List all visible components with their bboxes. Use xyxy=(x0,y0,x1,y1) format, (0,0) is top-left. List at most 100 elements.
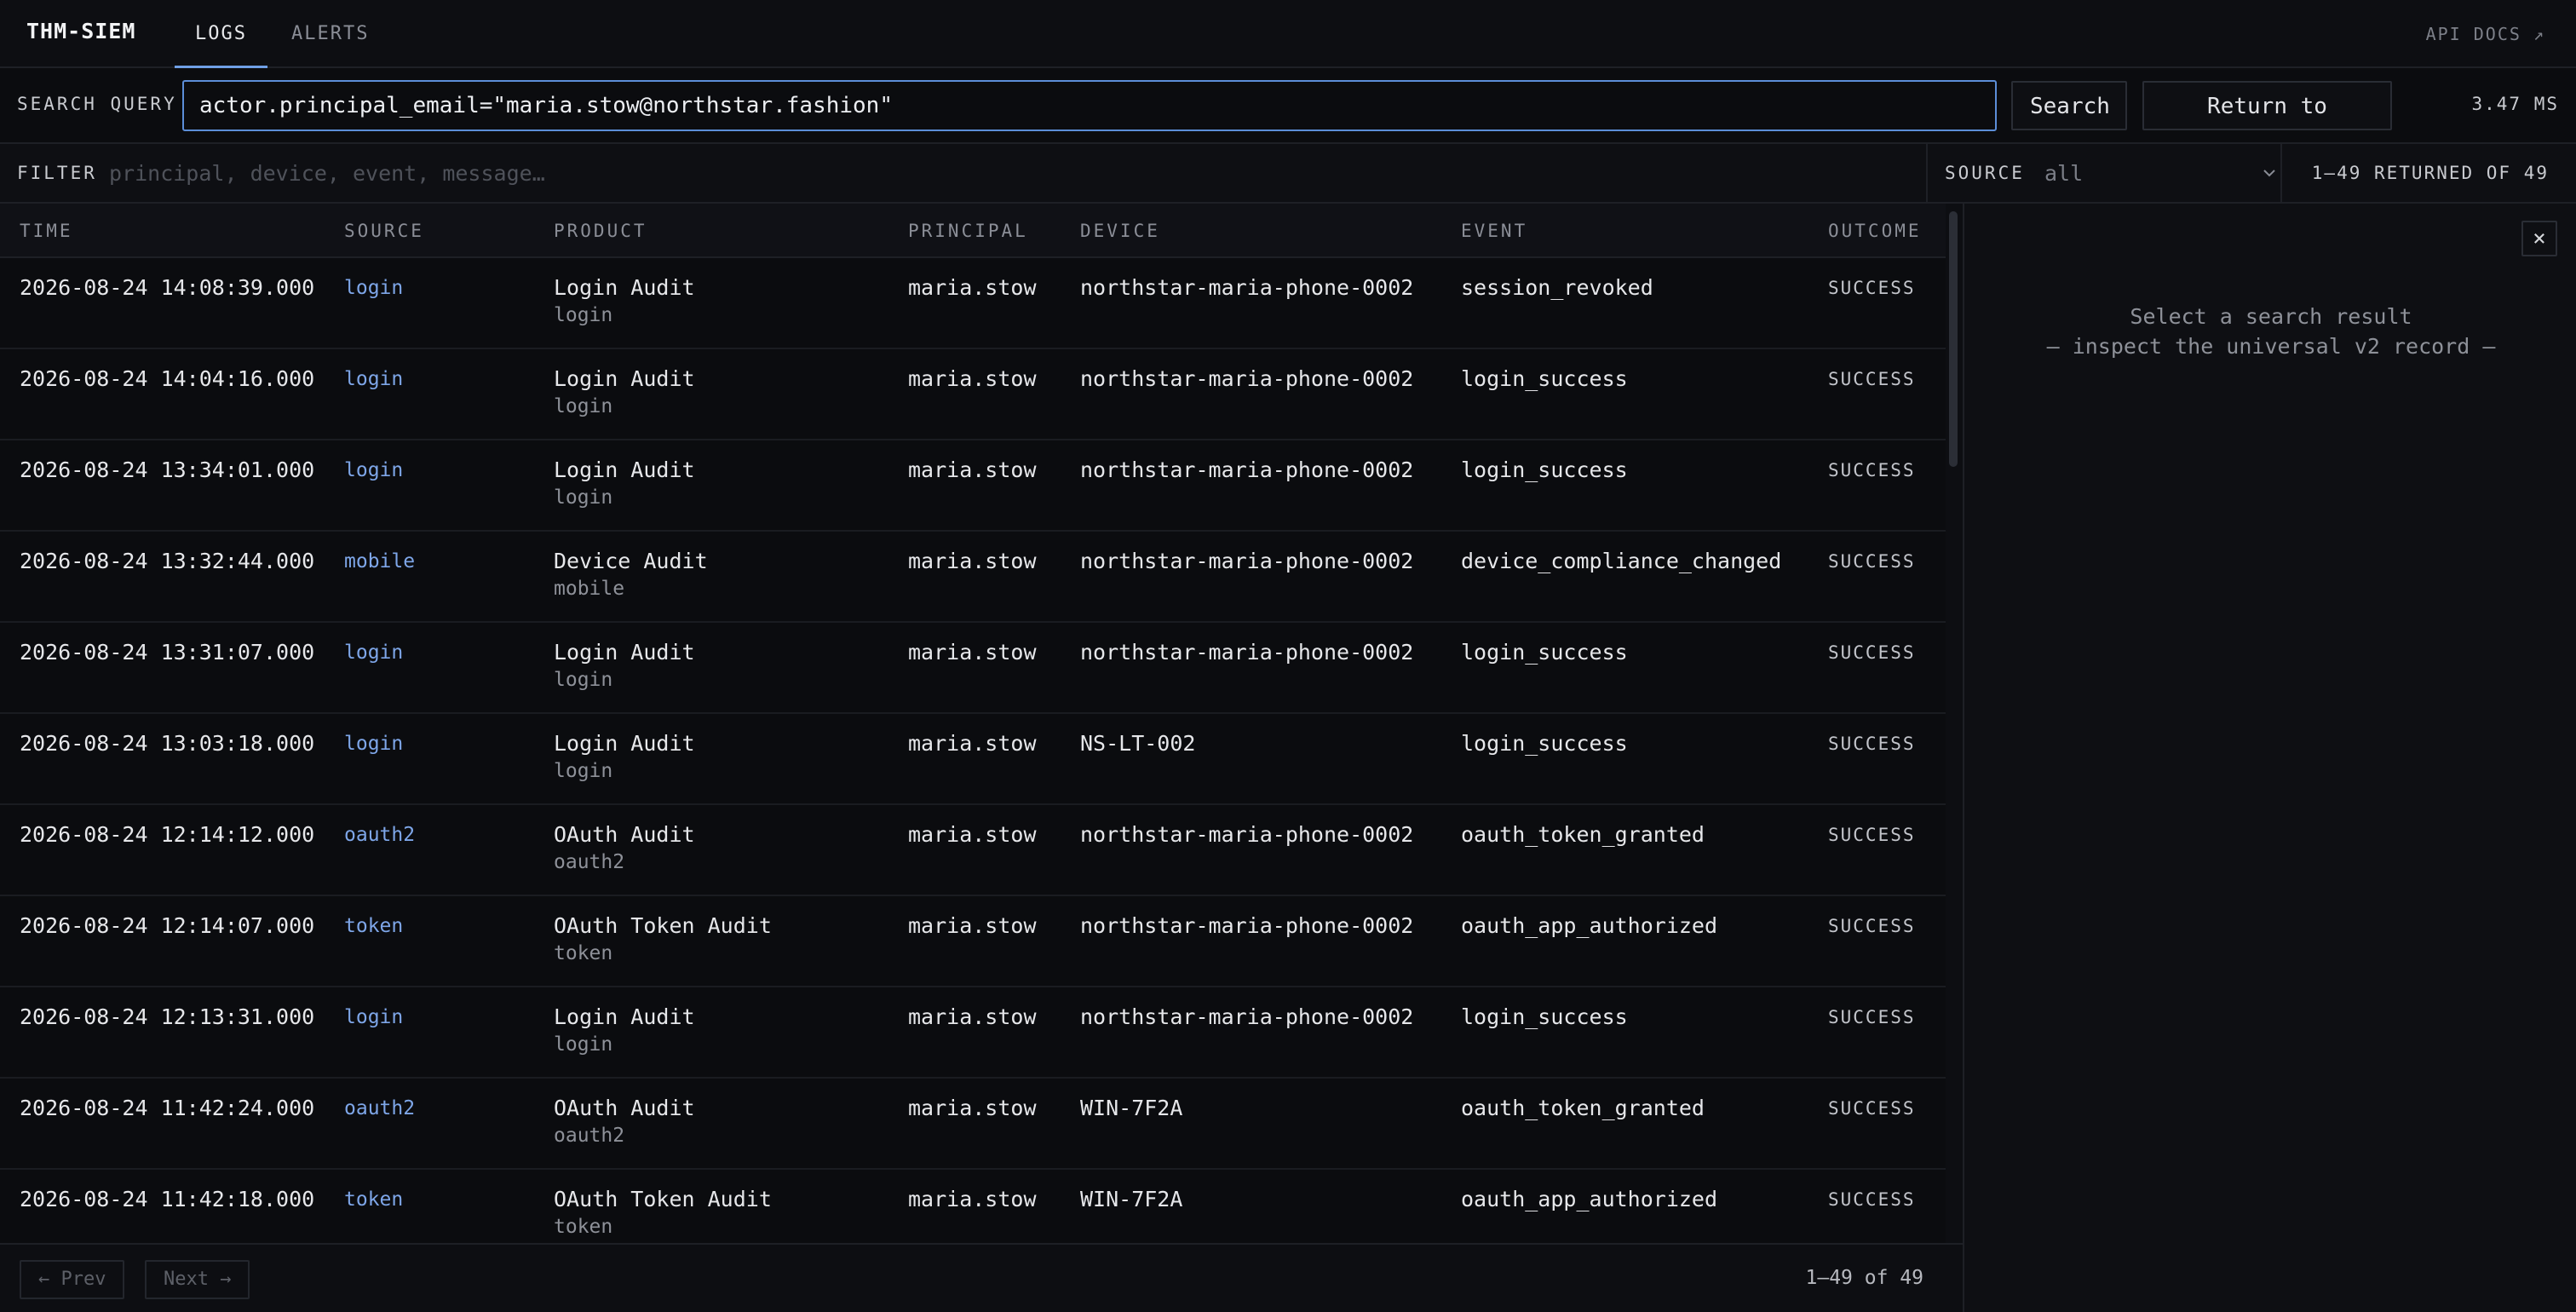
cell-event: login_success xyxy=(1461,731,1628,756)
cell-outcome: SUCCESS xyxy=(1828,825,1916,845)
cell-principal: maria.stow xyxy=(908,913,1037,938)
source-select[interactable]: all xyxy=(2044,154,2283,193)
cell-source[interactable]: login xyxy=(344,277,403,299)
column-header-time[interactable]: TIME xyxy=(20,221,73,241)
cell-principal: maria.stow xyxy=(908,366,1037,391)
search-query-label: SEARCH QUERY xyxy=(17,94,177,114)
cell-source[interactable]: login xyxy=(344,1006,403,1028)
cell-product: Device Audit xyxy=(554,549,708,573)
cell-time: 2026-08-24 14:08:39.000 xyxy=(20,275,315,300)
cell-device: northstar-maria-phone-0002 xyxy=(1080,822,1414,847)
cell-source[interactable]: login xyxy=(344,733,403,755)
cell-outcome: SUCCESS xyxy=(1828,278,1916,298)
column-header-outcome[interactable]: OUTCOME xyxy=(1828,221,1922,241)
cell-principal: maria.stow xyxy=(908,640,1037,665)
cell-device: northstar-maria-phone-0002 xyxy=(1080,913,1414,938)
cell-device: WIN-7F2A xyxy=(1080,1096,1183,1120)
cell-time: 2026-08-24 12:13:31.000 xyxy=(20,1004,315,1029)
filter-input[interactable]: principal, device, event, message… xyxy=(109,154,1881,193)
cell-source[interactable]: login xyxy=(344,459,403,481)
table-row[interactable]: 2026-08-24 13:32:44.000 mobile Device Audi… xyxy=(0,532,1946,623)
top-nav: THM-SIEM LOGS ALERTS API DOCS ↗ xyxy=(0,0,2576,68)
close-icon[interactable]: × xyxy=(2521,221,2557,256)
cell-event: login_success xyxy=(1461,640,1628,665)
pagination: ← Prev Next → 1–49 of 49 xyxy=(0,1243,1963,1312)
table-row[interactable]: 2026-08-24 12:14:07.000 token OAuth Token … xyxy=(0,896,1946,987)
cell-product-sub: mobile xyxy=(554,578,625,600)
table-row[interactable]: 2026-08-24 14:08:39.000 login Login Audit l… xyxy=(0,258,1946,349)
table-row[interactable]: 2026-08-24 12:14:12.000 oauth2 OAuth Audit… xyxy=(0,805,1946,896)
cell-time: 2026-08-24 13:31:07.000 xyxy=(20,640,315,665)
cell-event: oauth_app_authorized xyxy=(1461,913,1718,938)
cell-product: Login Audit xyxy=(554,731,695,756)
cell-outcome: SUCCESS xyxy=(1828,460,1916,480)
scrollbar-thumb[interactable] xyxy=(1949,211,1958,467)
cell-product-sub: login xyxy=(554,486,613,509)
cell-product-sub: token xyxy=(554,942,613,964)
table-body: 2026-08-24 14:08:39.000 login Login Audit l… xyxy=(0,258,1946,1243)
detail-empty-subtitle: — inspect the universal v2 record — xyxy=(2046,334,2496,359)
cell-product: OAuth Audit xyxy=(554,822,695,847)
search-bar: SEARCH QUERY actor.principal_email="mari… xyxy=(0,68,2576,167)
cell-event: oauth_token_granted xyxy=(1461,1096,1705,1120)
cell-outcome: SUCCESS xyxy=(1828,1098,1916,1119)
cell-time: 2026-08-24 13:34:01.000 xyxy=(20,457,315,482)
cell-product-sub: token xyxy=(554,1216,613,1238)
cell-event: login_success xyxy=(1461,457,1628,482)
cell-device: WIN-7F2A xyxy=(1080,1187,1183,1211)
cell-source[interactable]: login xyxy=(344,368,403,390)
api-docs-link[interactable]: API DOCS ↗ xyxy=(2426,24,2545,44)
cell-source[interactable]: mobile xyxy=(344,550,415,573)
column-header-principal[interactable]: PRINCIPAL xyxy=(908,221,1028,241)
search-query-input[interactable]: actor.principal_email="maria.stow@norths… xyxy=(182,80,1997,131)
cell-product-sub: login xyxy=(554,395,613,417)
return-to-browse-button[interactable]: Return to browse xyxy=(2142,81,2392,167)
cell-source[interactable]: login xyxy=(344,642,403,664)
cell-event: oauth_token_granted xyxy=(1461,822,1705,847)
table-row[interactable]: 2026-08-24 13:03:18.000 login Login Audit l… xyxy=(0,714,1946,805)
table-row[interactable]: 2026-08-24 13:34:01.000 login Login Audit l… xyxy=(0,440,1946,532)
results-count: 1–49 RETURNED OF 49 xyxy=(2311,163,2549,183)
cell-source[interactable]: token xyxy=(344,1188,403,1211)
tab-alerts[interactable]: ALERTS xyxy=(291,0,369,68)
cell-product: Login Audit xyxy=(554,1004,695,1029)
cell-principal: maria.stow xyxy=(908,731,1037,756)
cell-principal: maria.stow xyxy=(908,1096,1037,1120)
cell-source[interactable]: oauth2 xyxy=(344,1097,415,1119)
column-header-event[interactable]: EVENT xyxy=(1461,221,1527,241)
cell-device: northstar-maria-phone-0002 xyxy=(1080,457,1414,482)
cell-event: oauth_app_authorized xyxy=(1461,1187,1718,1211)
table-row[interactable]: 2026-08-24 12:13:31.000 login Login Audit l… xyxy=(0,987,1946,1079)
divider xyxy=(2280,144,2282,204)
cell-product: Login Audit xyxy=(554,366,695,391)
column-header-product[interactable]: PRODUCT xyxy=(554,221,647,241)
table-row[interactable]: 2026-08-24 11:42:18.000 token OAuth Token … xyxy=(0,1170,1946,1243)
cell-outcome: SUCCESS xyxy=(1828,1007,1916,1027)
brand-logo: THM-SIEM xyxy=(26,19,136,43)
cell-product: OAuth Token Audit xyxy=(554,1187,772,1211)
cell-product-sub: login xyxy=(554,304,613,326)
siem-app: THM-SIEM LOGS ALERTS API DOCS ↗ SEARCH Q… xyxy=(0,0,2576,1312)
table-row[interactable]: 2026-08-24 11:42:24.000 oauth2 OAuth Audit… xyxy=(0,1079,1946,1170)
cell-event: login_success xyxy=(1461,366,1628,391)
cell-time: 2026-08-24 14:04:16.000 xyxy=(20,366,315,391)
cell-device: northstar-maria-phone-0002 xyxy=(1080,1004,1414,1029)
search-button[interactable]: Search xyxy=(2011,81,2127,130)
cell-source[interactable]: oauth2 xyxy=(344,824,415,846)
query-latency: 3.47 MS xyxy=(2471,94,2559,114)
cell-time: 2026-08-24 13:03:18.000 xyxy=(20,731,315,756)
chevron-down-icon[interactable] xyxy=(2257,161,2281,185)
cell-product: Login Audit xyxy=(554,457,695,482)
cell-source[interactable]: token xyxy=(344,915,403,937)
column-header-source[interactable]: SOURCE xyxy=(344,221,424,241)
prev-page-button[interactable]: ← Prev xyxy=(20,1260,125,1299)
cell-product: Login Audit xyxy=(554,275,695,300)
table-row[interactable]: 2026-08-24 14:04:16.000 login Login Audit l… xyxy=(0,349,1946,440)
cell-device: northstar-maria-phone-0002 xyxy=(1080,275,1414,300)
column-header-device[interactable]: DEVICE xyxy=(1080,221,1160,241)
tab-logs[interactable]: LOGS xyxy=(175,0,267,68)
table-row[interactable]: 2026-08-24 13:31:07.000 login Login Audit l… xyxy=(0,623,1946,714)
cell-outcome: SUCCESS xyxy=(1828,551,1916,572)
next-page-button[interactable]: Next → xyxy=(145,1260,250,1299)
cell-product-sub: oauth2 xyxy=(554,851,625,873)
